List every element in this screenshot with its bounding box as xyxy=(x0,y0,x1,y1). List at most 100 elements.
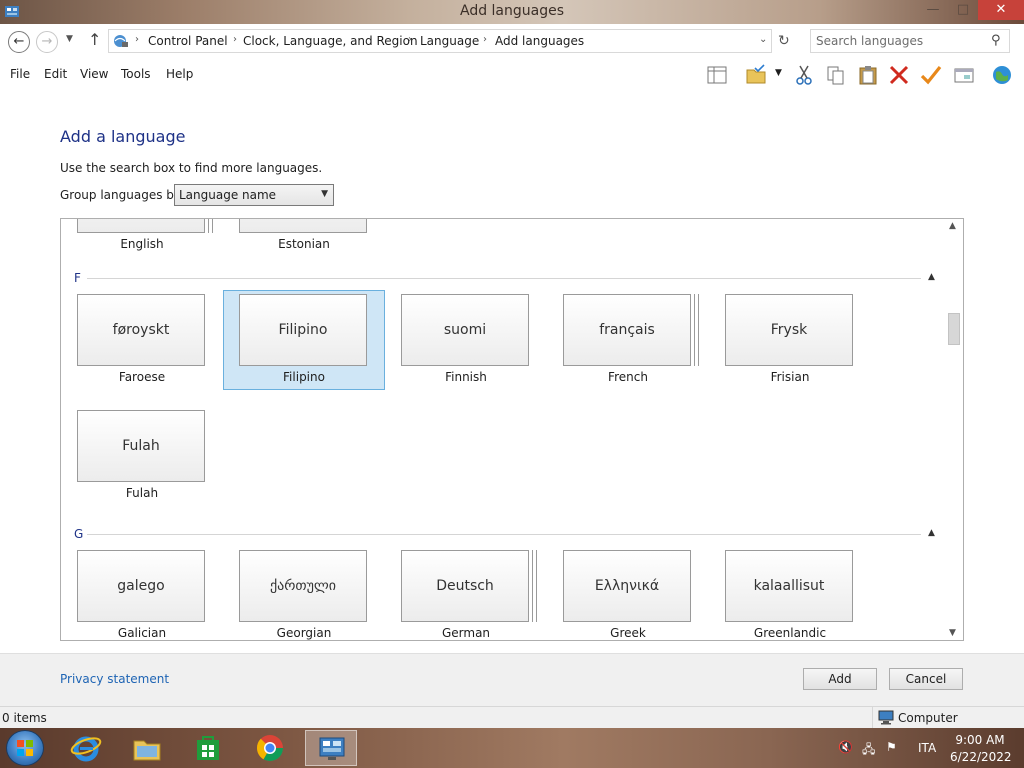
language-tile-frisian[interactable]: Frysk Frisian xyxy=(709,290,871,390)
language-tile-georgian[interactable]: ქართული Georgian xyxy=(223,546,385,640)
windows-logo-icon xyxy=(17,740,33,756)
menu-view[interactable]: View xyxy=(80,67,108,81)
address-box[interactable]: › Control Panel › Clock, Language, and R… xyxy=(108,29,772,53)
language-tile-finnish[interactable]: suomi Finnish xyxy=(385,290,547,390)
search-input[interactable] xyxy=(816,31,986,51)
taskbar-control-panel[interactable] xyxy=(305,730,357,766)
language-card xyxy=(239,219,367,233)
breadcrumb-separator-icon[interactable]: › xyxy=(233,34,237,45)
taskbar-chrome[interactable] xyxy=(244,730,296,766)
computer-icon xyxy=(878,710,894,725)
cancel-button[interactable]: Cancel xyxy=(889,668,963,690)
address-dropdown-chevron-icon[interactable]: ⌄ xyxy=(759,34,767,45)
breadcrumb-add-languages[interactable]: Add languages xyxy=(495,34,584,48)
language-card: Ελληνικά xyxy=(563,550,691,622)
folder-options-icon[interactable] xyxy=(745,64,767,86)
language-name: German xyxy=(441,626,491,640)
language-tile-german[interactable]: Deutsch German xyxy=(385,546,547,640)
chrome-icon xyxy=(256,735,284,762)
copy-icon[interactable] xyxy=(825,64,847,86)
layout-pane-icon[interactable] xyxy=(706,64,728,86)
section-header-g: G xyxy=(74,527,84,541)
menu-help[interactable]: Help xyxy=(166,67,193,81)
search-box[interactable]: ⚲ xyxy=(810,29,1010,53)
breadcrumb-separator-icon[interactable]: › xyxy=(483,34,487,45)
globe-icon[interactable] xyxy=(991,64,1013,86)
folder-options-dropdown-chevron-icon[interactable]: ▼ xyxy=(775,68,782,78)
volume-muted-icon[interactable]: 🔇 xyxy=(838,740,853,754)
up-arrow-icon[interactable]: ↑ xyxy=(88,30,101,49)
language-card: Frysk xyxy=(725,294,853,366)
forward-button[interactable]: → xyxy=(36,31,58,53)
language-card: føroyskt xyxy=(77,294,205,366)
taskbar-internet-explorer[interactable] xyxy=(60,730,112,766)
menu-tools[interactable]: Tools xyxy=(121,67,151,81)
breadcrumb-separator-icon[interactable]: › xyxy=(135,34,139,45)
window-icon[interactable] xyxy=(953,64,975,86)
delete-icon[interactable] xyxy=(888,64,910,86)
language-tile-faroese[interactable]: føroyskt Faroese xyxy=(61,290,223,390)
language-name: Estonian xyxy=(278,237,330,251)
language-tile-greek[interactable]: Ελληνικά Greek xyxy=(547,546,709,640)
start-button[interactable] xyxy=(6,730,44,766)
language-tile-galician[interactable]: galego Galician xyxy=(61,546,223,640)
clock-date[interactable]: 6/22/2022 xyxy=(950,750,1012,764)
collapse-chevron-up-icon[interactable]: ▲ xyxy=(928,528,935,538)
action-center-flag-icon[interactable]: ⚑ xyxy=(886,740,897,754)
search-icon[interactable]: ⚲ xyxy=(991,33,1001,48)
add-button[interactable]: Add xyxy=(803,668,877,690)
privacy-statement-link[interactable]: Privacy statement xyxy=(60,672,169,686)
recent-locations-chevron-icon[interactable]: ▼ xyxy=(66,34,73,44)
language-card: kalaallisut xyxy=(725,550,853,622)
scroll-down-icon[interactable]: ▼ xyxy=(949,628,956,638)
chevron-down-icon: ▼ xyxy=(321,189,328,199)
menu-file[interactable]: File xyxy=(10,67,30,81)
language-tile-estonian[interactable]: Estonian xyxy=(223,219,385,257)
clock-time[interactable]: 9:00 AM xyxy=(955,733,1005,747)
group-by-value: Language name xyxy=(179,188,277,202)
breadcrumb-control-panel[interactable]: Control Panel xyxy=(148,34,228,48)
cut-icon[interactable] xyxy=(793,64,815,86)
back-button[interactable]: ← xyxy=(8,31,30,53)
item-count: 0 items xyxy=(2,711,47,725)
breadcrumb-separator-icon[interactable]: › xyxy=(408,34,412,45)
maximize-button[interactable]: □ xyxy=(948,0,978,20)
collapse-chevron-up-icon[interactable]: ▲ xyxy=(928,272,935,282)
section-header-f: F xyxy=(74,271,81,285)
search-hint: Use the search box to find more language… xyxy=(60,161,323,175)
breadcrumb-clock-language-region[interactable]: Clock, Language, and Region xyxy=(243,34,418,48)
language-card: ქართული xyxy=(239,550,367,622)
properties-checkmark-icon[interactable] xyxy=(920,64,942,86)
scroll-up-icon[interactable]: ▲ xyxy=(949,221,956,231)
minimize-button[interactable]: — xyxy=(918,0,948,20)
breadcrumb-language[interactable]: Language xyxy=(420,34,479,48)
language-tile-fulah[interactable]: Fulah Fulah xyxy=(61,406,223,506)
language-tile-french[interactable]: français French xyxy=(547,290,709,390)
language-name: Galician xyxy=(117,626,167,640)
language-name: Georgian xyxy=(276,626,332,640)
language-card: suomi xyxy=(401,294,529,366)
content-area: Add a language Use the search box to fin… xyxy=(0,90,1024,653)
refresh-icon[interactable]: ↻ xyxy=(778,33,790,49)
language-card: Fulah xyxy=(77,410,205,482)
menu-edit[interactable]: Edit xyxy=(44,67,67,81)
group-by-select[interactable]: Language name ▼ xyxy=(174,184,334,206)
taskbar-store[interactable] xyxy=(182,730,234,766)
language-name: Greek xyxy=(610,626,646,640)
paste-icon[interactable] xyxy=(857,64,879,86)
vertical-scrollbar[interactable]: ▲ ▼ xyxy=(946,219,963,640)
language-card: Filipino xyxy=(239,294,367,366)
language-tile-greenlandic[interactable]: kalaallisut Greenlandic xyxy=(709,546,871,640)
language-list[interactable]: English Estonian F ▲ føroyskt Faroese Fi… xyxy=(60,218,964,641)
network-icon[interactable]: 🖧 xyxy=(862,740,875,761)
scroll-thumb[interactable] xyxy=(948,313,960,345)
language-tile-english[interactable]: English xyxy=(61,219,223,257)
window-title: Add languages xyxy=(459,3,565,19)
language-name: Faroese xyxy=(118,370,166,384)
close-button[interactable]: ✕ xyxy=(978,0,1024,20)
language-tile-filipino[interactable]: Filipino Filipino xyxy=(223,290,385,390)
status-zone: Computer xyxy=(872,707,1012,729)
language-card: galego xyxy=(77,550,205,622)
input-language-indicator[interactable]: ITA xyxy=(918,741,936,755)
taskbar-file-explorer[interactable] xyxy=(121,730,173,766)
